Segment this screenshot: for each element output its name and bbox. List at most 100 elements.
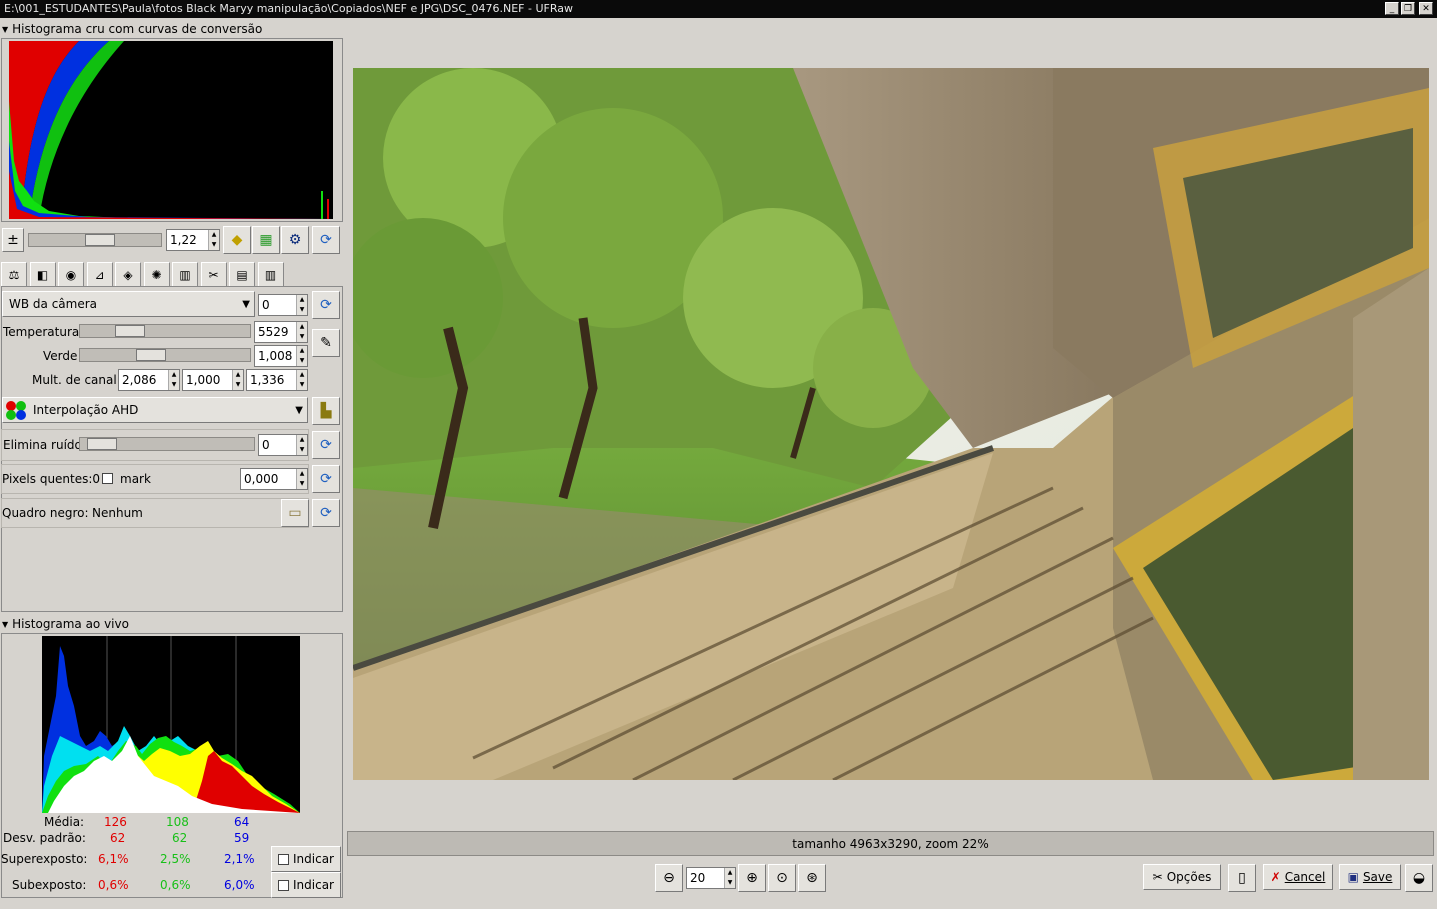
overexposed-green-value: 2,5%: [160, 852, 191, 866]
dropdown-arrow-icon: ▼: [295, 405, 303, 416]
cancel-icon: ✗: [1270, 870, 1281, 884]
underexposed-red-value: 0,6%: [98, 878, 129, 892]
exif-icon: ▥: [264, 267, 277, 282]
tab-corrections[interactable]: ✺: [143, 262, 170, 286]
exposure-slider[interactable]: [28, 233, 162, 247]
reset-wb-button[interactable]: ⟳: [312, 291, 340, 319]
mean-green-value: 108: [166, 815, 189, 829]
reset-exposure-button[interactable]: ⟳: [312, 226, 340, 254]
exposure-slider-knob[interactable]: [85, 234, 115, 246]
spin-arrows-icon[interactable]: ▲ ▼: [296, 370, 307, 390]
zoom-fit-button[interactable]: ⊙: [768, 864, 796, 892]
spin-arrows-icon[interactable]: ▲ ▼: [208, 230, 219, 250]
live-histogram-plot: [42, 636, 300, 813]
tab-grayscale[interactable]: ◧: [29, 262, 56, 286]
spin-arrows-icon[interactable]: ▲ ▼: [724, 868, 735, 888]
tab-crop[interactable]: ✂: [200, 262, 227, 286]
delete-button[interactable]: ▯: [1228, 864, 1256, 892]
options-button[interactable]: ✂ Opções: [1143, 864, 1221, 890]
maximize-button[interactable]: ❐: [1401, 2, 1415, 15]
denoise-slider[interactable]: [79, 437, 255, 451]
minimize-button[interactable]: _: [1385, 2, 1399, 15]
grayscale-icon: ◧: [36, 267, 49, 282]
stddev-red-value: 62: [110, 831, 126, 845]
channel-g-value: 1,000: [186, 373, 221, 387]
spin-arrows-icon[interactable]: ▲ ▼: [296, 346, 307, 366]
mark-checkbox[interactable]: [102, 473, 113, 484]
floppy-disk-icon: ▣: [1347, 870, 1359, 884]
tab-exif[interactable]: ▥: [257, 262, 284, 286]
send-to-gimp-button[interactable]: ◒: [1405, 864, 1433, 892]
channel-r-value: 2,086: [122, 373, 157, 387]
channel-r-spinbox[interactable]: 2,086 ▲ ▼: [118, 369, 180, 391]
zoom-spinbox[interactable]: 20 ▲ ▼: [686, 867, 736, 889]
tab-base-curve[interactable]: ⊿: [86, 262, 113, 286]
photo-preview[interactable]: [353, 68, 1429, 780]
reset-hot-pixels-button[interactable]: ⟳: [312, 465, 340, 493]
cancel-button[interactable]: ✗ Cancel: [1263, 864, 1333, 890]
green-slider[interactable]: [79, 348, 251, 362]
indicate-underexposed-button[interactable]: Indicar: [271, 872, 341, 898]
zoom-in-button[interactable]: ⊕: [738, 864, 766, 892]
status-bar: tamanho 4963x3290, zoom 22%: [347, 831, 1434, 856]
open-dark-frame-button[interactable]: ▭: [281, 499, 309, 527]
channel-b-spinbox[interactable]: 1,336 ▲ ▼: [246, 369, 308, 391]
indicate-underexposed-checkbox[interactable]: [278, 879, 289, 891]
tab-color-curve[interactable]: ▥: [172, 262, 198, 286]
interpolation-value: Interpolação AHD: [33, 403, 139, 417]
save-button[interactable]: ▣ Save: [1339, 864, 1401, 890]
exposure-spinbox[interactable]: 1,22 ▲ ▼: [166, 229, 220, 251]
temperature-slider-knob[interactable]: [115, 325, 145, 337]
wb-preset-select[interactable]: WB da câmera ▼: [2, 291, 255, 317]
tab-save[interactable]: ▤: [229, 262, 255, 286]
live-histogram-title: Histograma ao vivo: [12, 617, 129, 631]
tab-color-mgmt[interactable]: ◈: [115, 262, 141, 286]
tab-wb[interactable]: ⚖: [1, 262, 27, 286]
eyedropper-icon: ✎: [320, 335, 332, 351]
temperature-slider[interactable]: [79, 324, 251, 338]
zoom-out-icon: ⊖: [663, 870, 675, 886]
spin-arrows-icon[interactable]: ▲ ▼: [296, 435, 307, 455]
denoise-slider-knob[interactable]: [87, 438, 117, 450]
zoom-out-button[interactable]: ⊖: [655, 864, 683, 892]
raw-histogram-header[interactable]: ▼ Histograma cru com curvas de conversão: [2, 22, 262, 36]
interpolation-smooth-button[interactable]: ▙: [312, 397, 340, 425]
spin-arrows-icon[interactable]: ▲ ▼: [168, 370, 179, 390]
auto-exposure-button[interactable]: ◆: [223, 226, 251, 254]
close-button[interactable]: ✕: [1419, 2, 1433, 15]
spin-arrows-icon[interactable]: ▲ ▼: [232, 370, 243, 390]
overexposed-blue-value: 2,1%: [224, 852, 255, 866]
denoise-spinbox[interactable]: 0 ▲ ▼: [258, 434, 308, 456]
raw-histogram-title: Histograma cru com curvas de conversão: [12, 22, 263, 36]
tab-lens[interactable]: ◉: [58, 262, 84, 286]
green-spinbox[interactable]: 1,008 ▲ ▼: [254, 345, 308, 367]
reset-dark-frame-button[interactable]: ⟳: [312, 499, 340, 527]
temperature-label: Temperatura: [3, 325, 80, 339]
dropdown-arrow-icon: ▼: [242, 299, 250, 310]
underexposed-green-value: 0,6%: [160, 878, 191, 892]
clip-highlights-button[interactable]: ▦: [252, 226, 280, 254]
reset-denoise-button[interactable]: ⟳: [312, 431, 340, 459]
spin-arrows-icon[interactable]: ▲ ▼: [296, 322, 307, 342]
spin-arrows-icon[interactable]: ▲ ▼: [296, 295, 307, 315]
temperature-spinbox[interactable]: 5529 ▲ ▼: [254, 321, 308, 343]
channel-b-value: 1,336: [250, 373, 285, 387]
wb-fine-tune-spinbox[interactable]: 0 ▲ ▼: [258, 294, 308, 316]
title-bar: E:\001_ESTUDANTES\Paula\fotos Black Mary…: [0, 0, 1437, 18]
spin-arrows-icon[interactable]: ▲ ▼: [296, 469, 307, 489]
zoom-100-button[interactable]: ⊛: [798, 864, 826, 892]
green-slider-knob[interactable]: [136, 349, 166, 361]
channel-g-spinbox[interactable]: 1,000 ▲ ▼: [182, 369, 244, 391]
interpolation-select[interactable]: Interpolação AHD ▼: [2, 397, 308, 423]
underexposed-label: Subexposto:: [12, 878, 87, 892]
wb-picker-button[interactable]: ✎: [312, 329, 340, 357]
hot-pixels-spinbox[interactable]: 0,000 ▲ ▼: [240, 468, 308, 490]
settings-button[interactable]: ⚙: [281, 226, 309, 254]
indicate-overexposed-label: Indicar: [293, 852, 334, 866]
bulb-icon: ◆: [231, 232, 243, 248]
live-histogram-header[interactable]: ▼ Histograma ao vivo: [2, 617, 129, 631]
indicate-overexposed-checkbox[interactable]: [278, 853, 289, 865]
indicate-overexposed-button[interactable]: Indicar: [271, 846, 341, 872]
folder-icon: ▭: [288, 505, 302, 521]
wb-fine-tune-value: 0: [262, 298, 270, 312]
